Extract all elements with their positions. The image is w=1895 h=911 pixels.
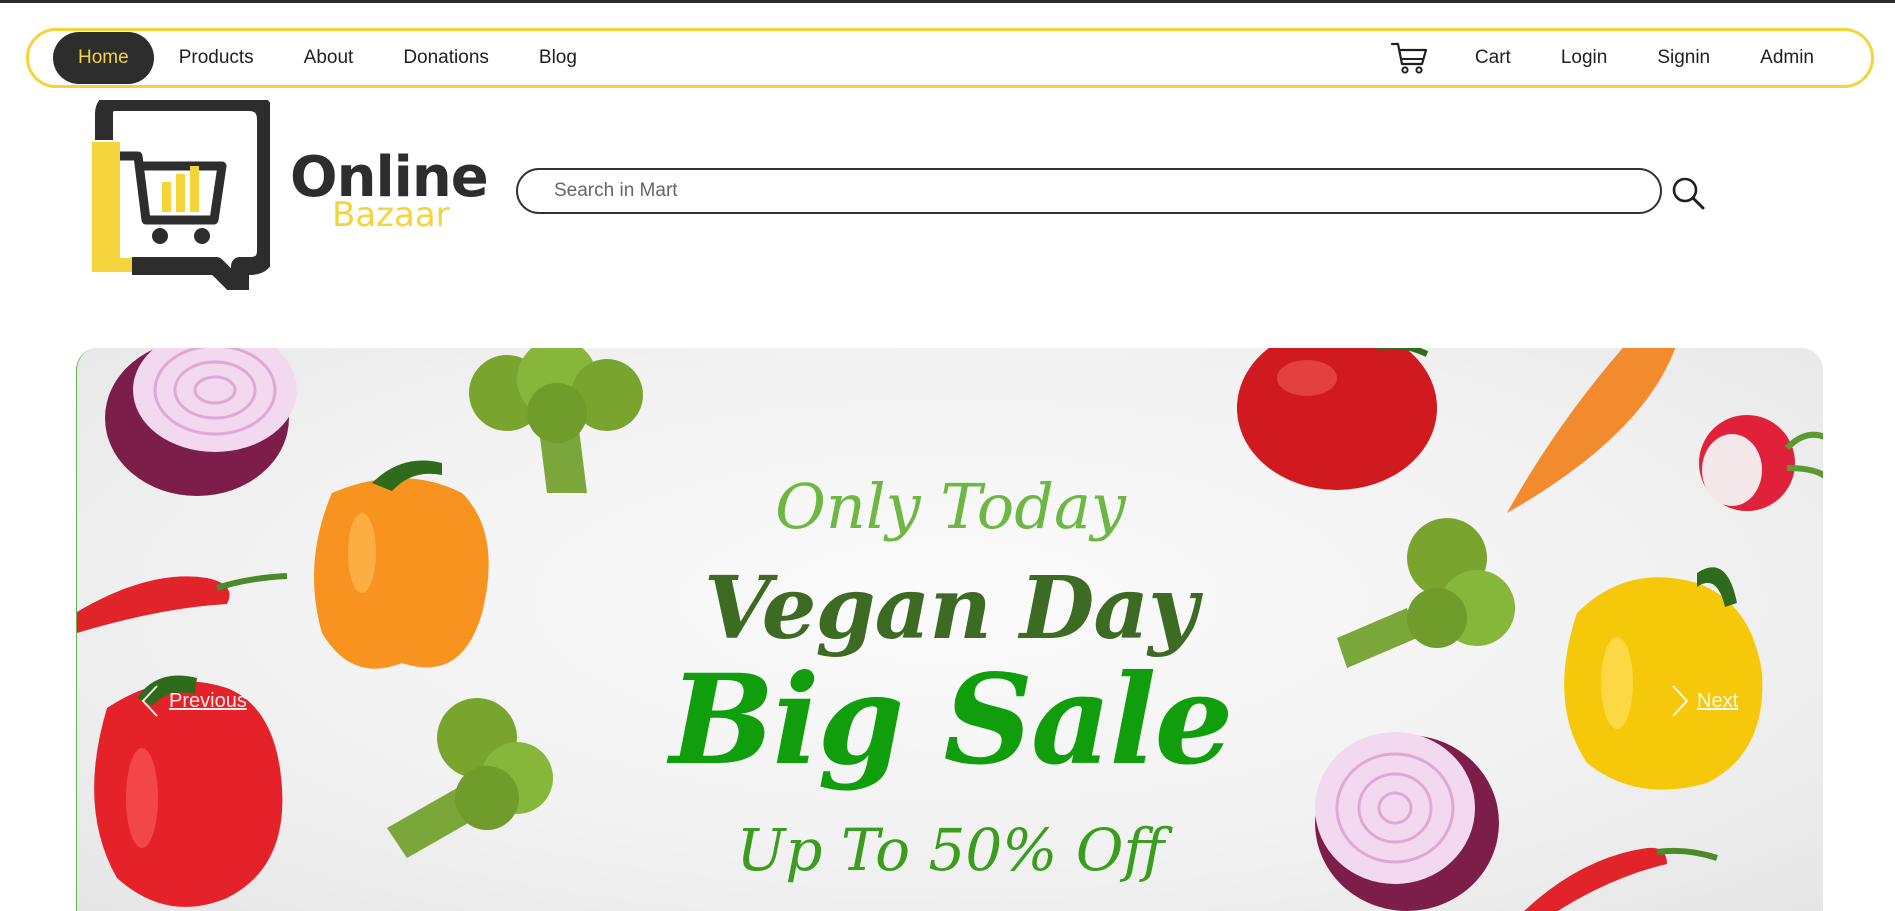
search-input[interactable] — [518, 170, 1660, 212]
nav-signin[interactable]: Signin — [1632, 32, 1735, 84]
main-navbar: Home Products About Donations Blog Cart … — [26, 28, 1874, 88]
nav-cart[interactable]: Cart — [1450, 32, 1536, 84]
slide-heading-vegan-day: Vegan Day — [703, 558, 1198, 659]
nav-donations[interactable]: Donations — [378, 32, 514, 84]
slide-heading-only-today: Only Today — [775, 470, 1126, 543]
chevron-left-icon — [141, 685, 158, 717]
nav-login[interactable]: Login — [1536, 32, 1633, 84]
slide-heading-big-sale: Big Sale — [669, 648, 1234, 793]
nav-about[interactable]: About — [279, 32, 379, 84]
brand-logo-icon[interactable] — [90, 100, 270, 290]
nav-admin[interactable]: Admin — [1735, 32, 1839, 84]
carousel-next-button[interactable]: Next — [1669, 684, 1738, 718]
nav-right-group: Cart Login Signin Admin — [1390, 32, 1839, 84]
promo-carousel: Only Today Vegan Day Big Sale Up To 50% … — [76, 348, 1823, 911]
slide-subheading-discount: Up To 50% Off — [736, 816, 1165, 884]
brand-wordmark: Online Bazaar — [290, 148, 489, 233]
search-bar — [516, 168, 1662, 214]
top-border — [0, 0, 1895, 3]
chevron-right-icon — [1672, 685, 1689, 717]
shopping-cart-icon[interactable] — [1390, 38, 1430, 78]
nav-home[interactable]: Home — [53, 32, 154, 84]
carousel-next-label: Next — [1697, 689, 1739, 712]
nav-blog[interactable]: Blog — [514, 32, 602, 84]
nav-left-group: Home Products About Donations Blog — [53, 32, 602, 84]
nav-products[interactable]: Products — [154, 32, 279, 84]
carousel-previous-button[interactable]: Previous — [139, 684, 247, 718]
carousel-previous-label: Previous — [169, 689, 247, 712]
search-icon[interactable] — [1670, 175, 1706, 211]
